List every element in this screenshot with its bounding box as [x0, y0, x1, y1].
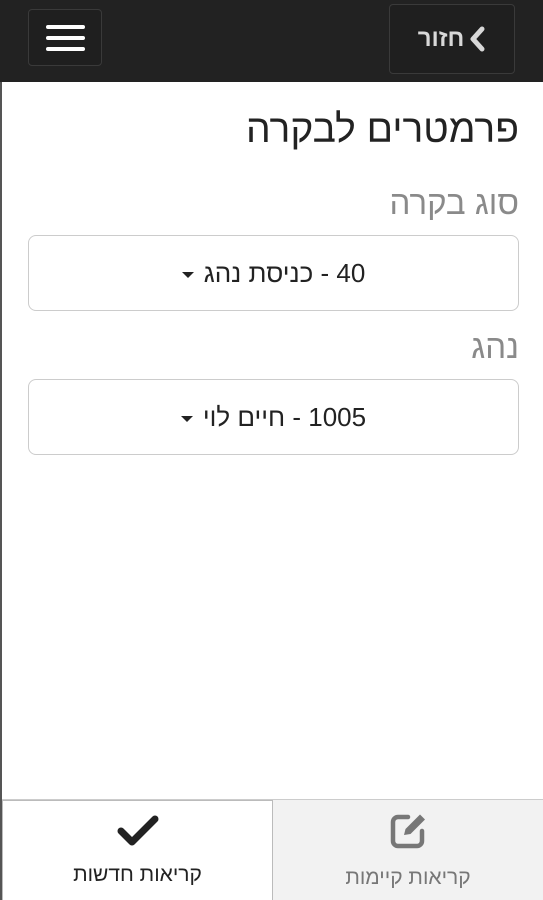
bottom-tab-bar: קריאות חדשות קריאות קיימות — [2, 799, 543, 900]
inspection-type-label: סוג בקרה — [389, 184, 519, 221]
driver-label: נהג — [471, 328, 519, 365]
driver-dropdown[interactable]: 1005 - חיים לוי — [28, 379, 519, 455]
page-title: פרמטרים לבקרה — [246, 108, 519, 151]
tab-existing-calls[interactable]: קריאות קיימות — [273, 800, 543, 900]
inspection-type-value: 40 - כניסת נהג — [203, 257, 366, 288]
caret-down-icon — [180, 415, 193, 422]
back-button[interactable]: חזור — [389, 4, 515, 74]
menu-button[interactable] — [28, 9, 102, 66]
hamburger-menu-icon — [45, 46, 85, 51]
edit-icon — [388, 811, 428, 856]
tab-new-calls[interactable]: קריאות חדשות — [2, 800, 273, 900]
back-button-label: חזור — [417, 25, 465, 52]
tab-new-calls-label: קריאות חדשות — [73, 863, 202, 886]
tab-existing-calls-label: קריאות קיימות — [345, 865, 471, 889]
inspection-type-dropdown[interactable]: 40 - כניסת נהג — [28, 235, 519, 311]
hamburger-menu-icon — [45, 24, 85, 29]
chevron-left-icon — [468, 26, 486, 52]
hamburger-menu-icon — [45, 35, 85, 40]
top-navbar: חזור — [0, 0, 543, 82]
driver-value: 1005 - חיים לוי — [202, 401, 367, 432]
caret-down-icon — [181, 271, 194, 278]
checkmark-icon — [117, 814, 159, 853]
